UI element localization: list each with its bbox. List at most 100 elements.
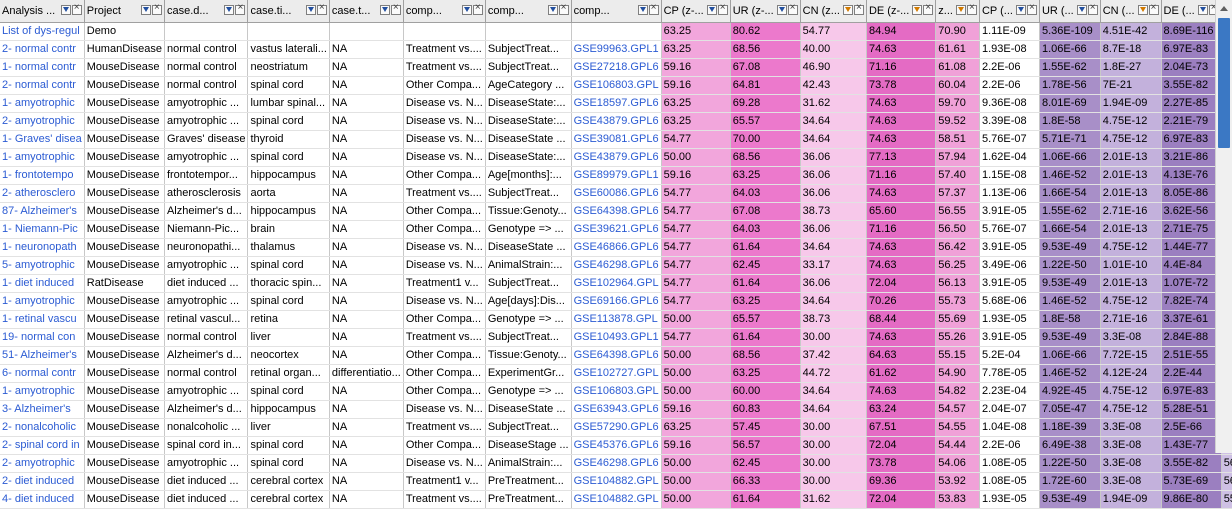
table-cell: hippocampus — [247, 400, 330, 419]
filter-icon[interactable] — [224, 5, 235, 15]
clear-filter-icon[interactable] — [472, 2, 483, 15]
column-header[interactable]: comp... — [485, 0, 572, 23]
clear-filter-icon[interactable] — [1087, 2, 1098, 15]
column-header[interactable]: Analysis ... — [0, 0, 85, 23]
filter-icon[interactable] — [955, 5, 966, 15]
clear-filter-icon[interactable] — [966, 2, 977, 15]
filter-icon[interactable] — [461, 5, 472, 15]
table-row[interactable]: 51- Alzheimer's MouseDisease Alzheimer's d… — [0, 346, 1232, 365]
table-row[interactable]: 1- Graves' disea MouseDisease Graves' dise… — [0, 130, 1232, 149]
table-row[interactable]: 2- nonalcoholic MouseDisease nonalcoholic … — [0, 418, 1232, 437]
filter-icon[interactable] — [60, 5, 71, 15]
clear-filter-icon[interactable] — [923, 2, 934, 15]
table-row[interactable]: 2- diet induced MouseDisease diet induced … — [0, 472, 1232, 491]
table-row[interactable]: 1- frontotempo MouseDisease frontotempor..… — [0, 166, 1232, 185]
table-cell: Other Compa... — [403, 76, 486, 95]
filter-icon[interactable] — [1197, 5, 1208, 15]
column-header[interactable]: CN (... — [1100, 0, 1162, 23]
table-row[interactable]: 2- amyotrophic MouseDisease amyotrophic ..… — [0, 454, 1232, 473]
column-header[interactable]: z... — [935, 0, 980, 23]
table-row[interactable]: 2- amyotrophic MouseDisease amyotrophic ..… — [0, 112, 1232, 131]
table-row[interactable]: 2- spinal cord in MouseDisease spinal cord… — [0, 436, 1232, 455]
clear-filter-icon[interactable] — [787, 2, 798, 15]
table-row[interactable]: 2- normal contr MouseDisease normal contro… — [0, 76, 1232, 95]
table-cell: 1.94E-09 — [1100, 94, 1162, 113]
table-cell: 57.40 — [935, 166, 980, 185]
table-row[interactable]: 1- retinal vascu MouseDisease retinal vasc… — [0, 310, 1232, 329]
column-header[interactable]: DE (z-... — [866, 0, 937, 23]
table-row[interactable]: 2- normal contr HumanDisease normal contro… — [0, 40, 1232, 59]
clear-filter-icon[interactable] — [151, 2, 162, 15]
table-cell: normal control — [164, 76, 249, 95]
column-header[interactable]: CP (... — [979, 0, 1040, 23]
clear-filter-icon[interactable] — [648, 2, 659, 15]
table-cell: Treatment vs.... — [403, 58, 486, 77]
table-cell: 1- amyotrophic — [0, 292, 85, 311]
clear-filter-icon[interactable] — [390, 2, 401, 15]
table-cell: 64.03 — [730, 184, 801, 203]
filter-icon[interactable] — [706, 5, 717, 15]
table-row[interactable]: 1- neuronopath MouseDisease neuronopathi..… — [0, 238, 1232, 257]
table-cell: Other Compa... — [403, 166, 486, 185]
table-cell: Treatment vs.... — [403, 328, 486, 347]
column-header-label: Project — [86, 4, 121, 17]
column-header[interactable]: Project — [84, 0, 165, 23]
table-row[interactable]: 1- diet induced RatDisease diet induced ..… — [0, 274, 1232, 293]
clear-filter-icon[interactable] — [235, 2, 246, 15]
filter-icon[interactable] — [305, 5, 316, 15]
filter-icon[interactable] — [140, 5, 151, 15]
table-row[interactable]: 1- normal contr MouseDisease normal contro… — [0, 58, 1232, 77]
table-row[interactable]: 1- Niemann-Pic MouseDisease Niemann-Pic...… — [0, 220, 1232, 239]
filter-icon[interactable] — [1137, 5, 1148, 15]
column-header[interactable]: CP (z-... — [661, 0, 731, 23]
table-row[interactable]: 19- normal con MouseDisease normal control… — [0, 328, 1232, 347]
column-header[interactable]: case.ti... — [247, 0, 330, 23]
table-row[interactable]: 1- amyotrophic MouseDisease amyotrophic ..… — [0, 94, 1232, 113]
table-row[interactable]: List of dys-regul Demo 63.25 80.62 54.77 84.9… — [0, 22, 1232, 41]
scroll-up-arrow-icon[interactable] — [1216, 0, 1232, 16]
column-header[interactable]: UR (z-... — [730, 0, 801, 23]
table-cell: 67.08 — [730, 202, 801, 221]
table-row[interactable]: 4- diet induced MouseDisease diet induced … — [0, 490, 1232, 509]
column-header[interactable]: case.t... — [329, 0, 404, 23]
filter-icon[interactable] — [1076, 5, 1087, 15]
clear-filter-icon[interactable] — [558, 2, 569, 15]
table-cell: 56.25 — [935, 256, 980, 275]
table-row[interactable]: 5- amyotrophic MouseDisease amyotrophic ..… — [0, 256, 1232, 275]
filter-icon[interactable] — [637, 5, 648, 15]
clear-filter-icon[interactable] — [71, 2, 82, 15]
scrollbar-thumb[interactable] — [1218, 18, 1230, 148]
clear-filter-icon[interactable] — [1148, 2, 1159, 15]
table-row[interactable]: 87- Alzheimer's MouseDisease Alzheimer's d… — [0, 202, 1232, 221]
column-header[interactable]: case.d... — [164, 0, 249, 23]
column-header[interactable]: DE (... — [1161, 0, 1222, 23]
clear-filter-icon[interactable] — [316, 2, 327, 15]
table-row[interactable]: 6- normal contr MouseDisease normal contro… — [0, 364, 1232, 383]
filter-icon[interactable] — [842, 5, 853, 15]
filter-icon[interactable] — [776, 5, 787, 15]
table-cell: 6.97E-83 — [1161, 130, 1222, 149]
table-row[interactable]: 2- atherosclero MouseDisease atheroscleros… — [0, 184, 1232, 203]
column-header[interactable]: UR (... — [1039, 0, 1101, 23]
column-header[interactable]: CN (z... — [800, 0, 867, 23]
clear-filter-icon[interactable] — [853, 2, 864, 15]
clear-filter-icon[interactable] — [717, 2, 728, 15]
table-cell: 74.63 — [866, 328, 937, 347]
filter-icon[interactable] — [1015, 5, 1026, 15]
filter-icon[interactable] — [547, 5, 558, 15]
column-header[interactable]: comp... — [571, 0, 662, 23]
table-cell: 1.8E-58 — [1039, 310, 1101, 329]
table-row[interactable]: 1- amyotrophic MouseDisease amyotrophic ..… — [0, 148, 1232, 167]
table-cell: 2.2E-44 — [1161, 364, 1222, 383]
table-row[interactable]: 1- amyotrophic MouseDisease amyotrophic ..… — [0, 292, 1232, 311]
clear-filter-icon[interactable] — [1026, 2, 1037, 15]
column-header-label: comp... — [573, 4, 610, 17]
column-header[interactable]: comp... — [403, 0, 486, 23]
table-row[interactable]: 1- amyotrophic MouseDisease amyotrophic ..… — [0, 382, 1232, 401]
filter-icon[interactable] — [912, 5, 923, 15]
filter-icon[interactable] — [379, 5, 390, 15]
table-row[interactable]: 3- Alzheimer's MouseDisease Alzheimer's d.… — [0, 400, 1232, 419]
vertical-scrollbar[interactable] — [1215, 0, 1232, 453]
table-body: List of dys-regul Demo 63.25 80.62 54.77 84.9… — [0, 22, 1232, 509]
table-cell: 5.2E-04 — [979, 346, 1040, 365]
